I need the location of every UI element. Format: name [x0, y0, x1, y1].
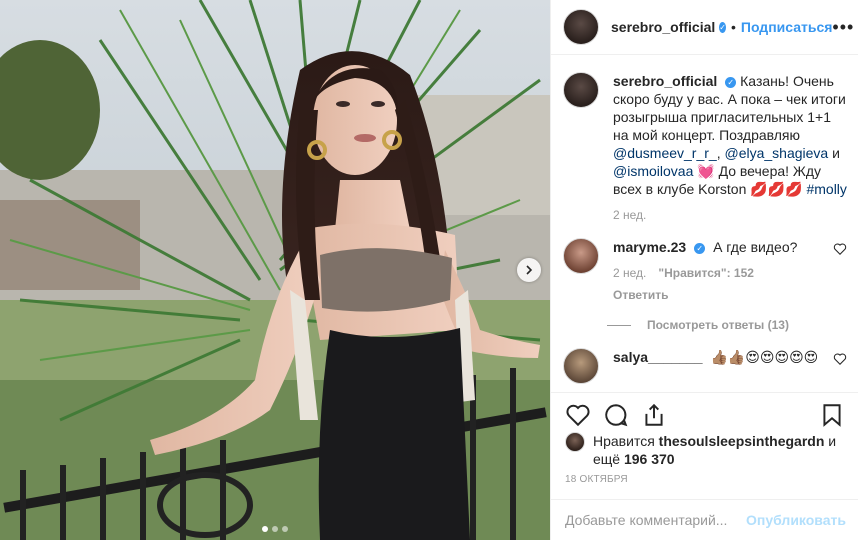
heart-icon[interactable]: [833, 242, 847, 256]
mention-link[interactable]: @dusmeev_r_r_: [613, 145, 717, 161]
likes-prefix: Нравится: [593, 433, 655, 449]
share-icon[interactable]: [641, 402, 667, 428]
post-photo: [0, 0, 550, 540]
avatar[interactable]: [563, 9, 599, 45]
avatar[interactable]: [563, 238, 599, 274]
avatar[interactable]: [563, 72, 599, 108]
instagram-post: serebro_official ✓ • Подписаться ••• ser…: [0, 0, 858, 540]
verified-badge-icon: ✓: [719, 21, 726, 33]
post-sidebar: serebro_official ✓ • Подписаться ••• ser…: [550, 0, 858, 540]
caption-username[interactable]: serebro_official: [613, 73, 717, 89]
comment: maryme.23 ✓ А где видео? 2 нед. "Нравится…: [563, 238, 847, 304]
carousel-dot: [282, 526, 288, 532]
avatar[interactable]: [563, 348, 599, 384]
comment-body: maryme.23 ✓ А где видео? 2 нед. "Нравится…: [613, 238, 825, 304]
add-comment-bar: Опубликовать: [551, 499, 858, 540]
heart-icon[interactable]: [565, 402, 591, 428]
liker-username[interactable]: thesoulsleepsinthegardn: [659, 433, 825, 449]
comment-likes[interactable]: "Нравится": 152: [658, 264, 754, 282]
post-header: serebro_official ✓ • Подписаться •••: [551, 0, 858, 55]
more-horizontal-icon[interactable]: •••: [832, 17, 854, 38]
verified-badge-icon: ✓: [694, 243, 706, 254]
caption: serebro_official ✓ Казань! Очень скоро бу…: [563, 72, 847, 224]
hashtag-link[interactable]: #molly: [806, 181, 846, 197]
action-bar: [551, 392, 858, 436]
comment-body: salya_______ 👍🏽👍🏽😍😍😍😍😍: [613, 348, 825, 366]
comment-meta: 2 нед. "Нравится": 152: [613, 264, 825, 282]
mention-link[interactable]: @elya_shagieva: [724, 145, 828, 161]
publish-button[interactable]: Опубликовать: [746, 512, 846, 528]
chevron-right-icon: [526, 265, 533, 275]
caption-meta: 2 нед.: [613, 206, 847, 224]
comment-text: 👍🏽👍🏽😍😍😍😍😍: [710, 349, 819, 365]
heart-icon[interactable]: [833, 352, 847, 366]
comment: salya_______ 👍🏽👍🏽😍😍😍😍😍: [563, 348, 847, 384]
comment-username[interactable]: maryme.23: [613, 239, 686, 255]
likes-count[interactable]: 196 370: [624, 451, 675, 467]
carousel-dot: [262, 526, 268, 532]
comment-input[interactable]: [565, 512, 746, 528]
bookmark-icon[interactable]: [819, 402, 845, 428]
header-username[interactable]: serebro_official: [611, 19, 715, 35]
caption-time[interactable]: 2 нед.: [613, 206, 646, 224]
caption-text: и: [828, 145, 840, 161]
mention-link[interactable]: @ismoilovaa: [613, 163, 693, 179]
carousel-dot: [272, 526, 278, 532]
likes-text: Нравится thesoulsleepsinthegardn и ещё 1…: [593, 432, 855, 468]
comment-actions: Ответить: [613, 286, 825, 304]
post-date[interactable]: 18 ОКТЯБРЯ: [565, 474, 628, 485]
view-replies-label: Посмотреть ответы (13): [647, 318, 789, 332]
comment-icon[interactable]: [603, 402, 629, 428]
comment-text: А где видео?: [713, 239, 798, 255]
likes-summary: Нравится thesoulsleepsinthegardn и ещё 1…: [565, 432, 855, 468]
view-replies-button[interactable]: Посмотреть ответы (13): [607, 318, 847, 332]
post-media[interactable]: [0, 0, 550, 540]
carousel-next-button[interactable]: [517, 258, 541, 282]
divider: [607, 324, 631, 326]
follow-button[interactable]: Подписаться: [741, 19, 833, 35]
carousel-indicator: [0, 526, 550, 532]
separator-dot: •: [730, 19, 736, 35]
comment-username[interactable]: salya_______: [613, 349, 703, 365]
caption-body: serebro_official ✓ Казань! Очень скоро бу…: [613, 72, 847, 224]
avatar[interactable]: [565, 432, 585, 452]
verified-badge-icon: ✓: [725, 77, 737, 88]
reply-button[interactable]: Ответить: [613, 286, 668, 304]
comment-time[interactable]: 2 нед.: [613, 264, 646, 282]
comments-list[interactable]: serebro_official ✓ Казань! Очень скоро бу…: [551, 56, 858, 392]
